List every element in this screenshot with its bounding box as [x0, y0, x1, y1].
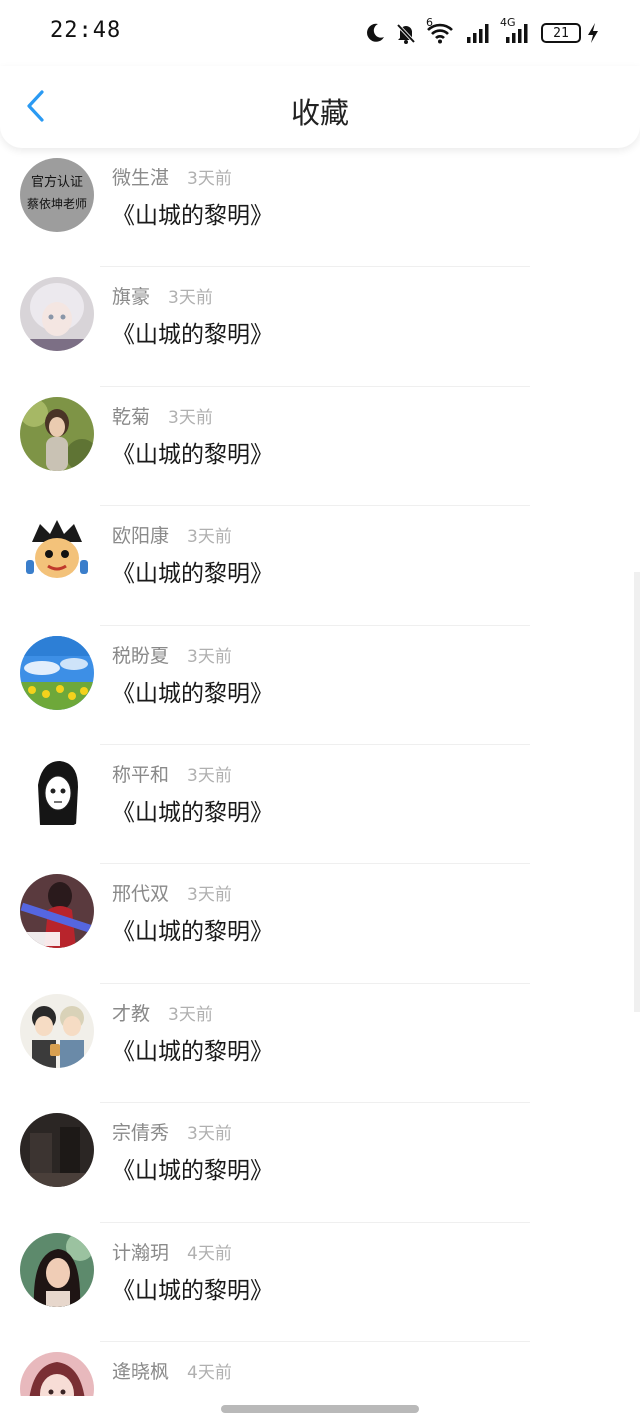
- item-meta: 邢代双 3天前: [112, 879, 232, 906]
- list-item[interactable]: 旗豪 3天前 《山城的黎明》: [0, 267, 640, 387]
- book-title[interactable]: 《山城的黎明》: [112, 435, 273, 469]
- user-name[interactable]: 宗倩秀: [112, 1118, 169, 1145]
- user-name[interactable]: 称平和: [112, 760, 169, 787]
- book-title[interactable]: 《山城的黎明》: [112, 554, 273, 588]
- item-meta: 宗倩秀 3天前: [112, 1118, 232, 1145]
- status-time: 22:48: [50, 18, 122, 43]
- anime-girl-avatar[interactable]: [20, 277, 94, 352]
- time-ago: 3天前: [187, 646, 232, 667]
- list-item[interactable]: 官方认证 蔡依坤老师 微生湛 3天前 《山城的黎明》: [0, 148, 640, 268]
- item-meta: 才教 3天前: [112, 999, 213, 1026]
- signal-4g-icon: 4G: [500, 16, 532, 44]
- sketch-girl-avatar[interactable]: [20, 754, 94, 829]
- list-item[interactable]: 计瀚玥 4天前 《山城的黎明》: [0, 1223, 640, 1342]
- girl-portrait-avatar[interactable]: [20, 1232, 94, 1307]
- time-ago: 4天前: [187, 1243, 232, 1264]
- time-ago: 3天前: [168, 1004, 213, 1025]
- user-name[interactable]: 逄晓枫: [112, 1357, 169, 1384]
- time-ago: 3天前: [187, 1124, 232, 1145]
- time-ago: 3天前: [187, 765, 232, 786]
- user-name[interactable]: 欧阳康: [112, 521, 169, 548]
- user-name[interactable]: 税盼夏: [112, 641, 169, 668]
- list-item[interactable]: 乾菊 3天前 《山城的黎明》: [0, 387, 640, 507]
- svg-text:官方认证: 官方认证: [31, 174, 83, 190]
- time-ago: 3天前: [168, 288, 213, 309]
- wifi-icon: 6: [426, 16, 454, 44]
- battery-level: 21: [553, 25, 569, 41]
- mute-bell-icon: [395, 22, 417, 44]
- status-bar: 22:48 6 4G 21: [0, 0, 640, 66]
- list-item[interactable]: 称平和 3天前 《山城的黎明》: [0, 745, 640, 865]
- status-icons: 6 4G 21: [364, 16, 600, 48]
- user-name[interactable]: 才教: [112, 999, 150, 1026]
- list-item[interactable]: 欧阳康 3天前 《山城的黎明》: [0, 506, 640, 626]
- favorites-list: 官方认证 蔡依坤老师 微生湛 3天前 《山城的黎明》 旗豪 3天前 《山城的黎明…: [0, 148, 640, 1424]
- list-item[interactable]: 才教 3天前 《山城的黎明》: [0, 984, 640, 1104]
- item-meta: 称平和 3天前: [112, 760, 232, 787]
- item-meta: 计瀚玥 4天前: [112, 1238, 232, 1265]
- item-meta: 逄晓枫 4天前: [112, 1357, 232, 1384]
- time-ago: 4天前: [187, 1362, 232, 1383]
- time-ago: 3天前: [187, 885, 232, 906]
- signal-icon: [463, 22, 493, 44]
- moon-icon: [364, 22, 386, 44]
- item-meta: 乾菊 3天前: [112, 402, 213, 429]
- red-dress-avatar[interactable]: [20, 874, 94, 949]
- wifi-sub-label: 6: [426, 16, 433, 29]
- charging-bolt-icon: [586, 22, 600, 44]
- user-name[interactable]: 乾菊: [112, 402, 150, 429]
- item-meta: 税盼夏 3天前: [112, 641, 232, 668]
- book-title[interactable]: 《山城的黎明》: [112, 674, 273, 708]
- item-meta: 欧阳康 3天前: [112, 521, 232, 548]
- user-name[interactable]: 微生湛: [112, 163, 169, 190]
- book-title[interactable]: 《山城的黎明》: [112, 1151, 273, 1185]
- book-title[interactable]: 《山城的黎明》: [112, 196, 273, 230]
- book-title[interactable]: 《山城的黎明》: [112, 793, 273, 827]
- nav-header: 收藏: [0, 66, 640, 148]
- anime-couple-avatar[interactable]: [20, 993, 94, 1068]
- favorites-screen: 22:48 6 4G 21 收藏 官方认证 蔡依坤老师 微生湛 3天前 《山城的…: [0, 0, 640, 1424]
- book-title[interactable]: 《山城的黎明》: [112, 1032, 273, 1066]
- book-title[interactable]: 《山城的黎明》: [112, 315, 273, 349]
- dark-photo-avatar[interactable]: [20, 1113, 94, 1188]
- time-ago: 3天前: [168, 407, 213, 428]
- calligraphy-avatar[interactable]: 官方认证 蔡依坤老师: [20, 158, 94, 232]
- cartoon-character-avatar[interactable]: [20, 516, 94, 591]
- list-item[interactable]: 税盼夏 3天前 《山城的黎明》: [0, 626, 640, 745]
- network-type-label: 4G: [500, 16, 516, 29]
- user-name[interactable]: 邢代双: [112, 879, 169, 906]
- battery-icon: 21: [541, 23, 581, 43]
- page-title: 收藏: [290, 96, 349, 130]
- list-item[interactable]: 邢代双 3天前 《山城的黎明》: [0, 864, 640, 984]
- user-name[interactable]: 旗豪: [112, 282, 150, 309]
- svg-text:蔡依坤老师: 蔡依坤老师: [27, 196, 87, 211]
- home-indicator[interactable]: [221, 1405, 419, 1413]
- time-ago: 3天前: [187, 527, 232, 548]
- time-ago: 3天前: [187, 169, 232, 189]
- scrollbar[interactable]: [634, 572, 640, 1012]
- user-name[interactable]: 计瀚玥: [112, 1238, 169, 1265]
- sky-flower-avatar[interactable]: [20, 635, 94, 710]
- outdoor-girl-avatar[interactable]: [20, 396, 94, 471]
- item-meta: 旗豪 3天前: [112, 282, 213, 309]
- book-title[interactable]: 《山城的黎明》: [112, 912, 273, 946]
- item-meta: 微生湛 3天前: [112, 163, 232, 190]
- book-title[interactable]: 《山城的黎明》: [112, 1271, 273, 1305]
- list-item[interactable]: 宗倩秀 3天前 《山城的黎明》: [0, 1103, 640, 1223]
